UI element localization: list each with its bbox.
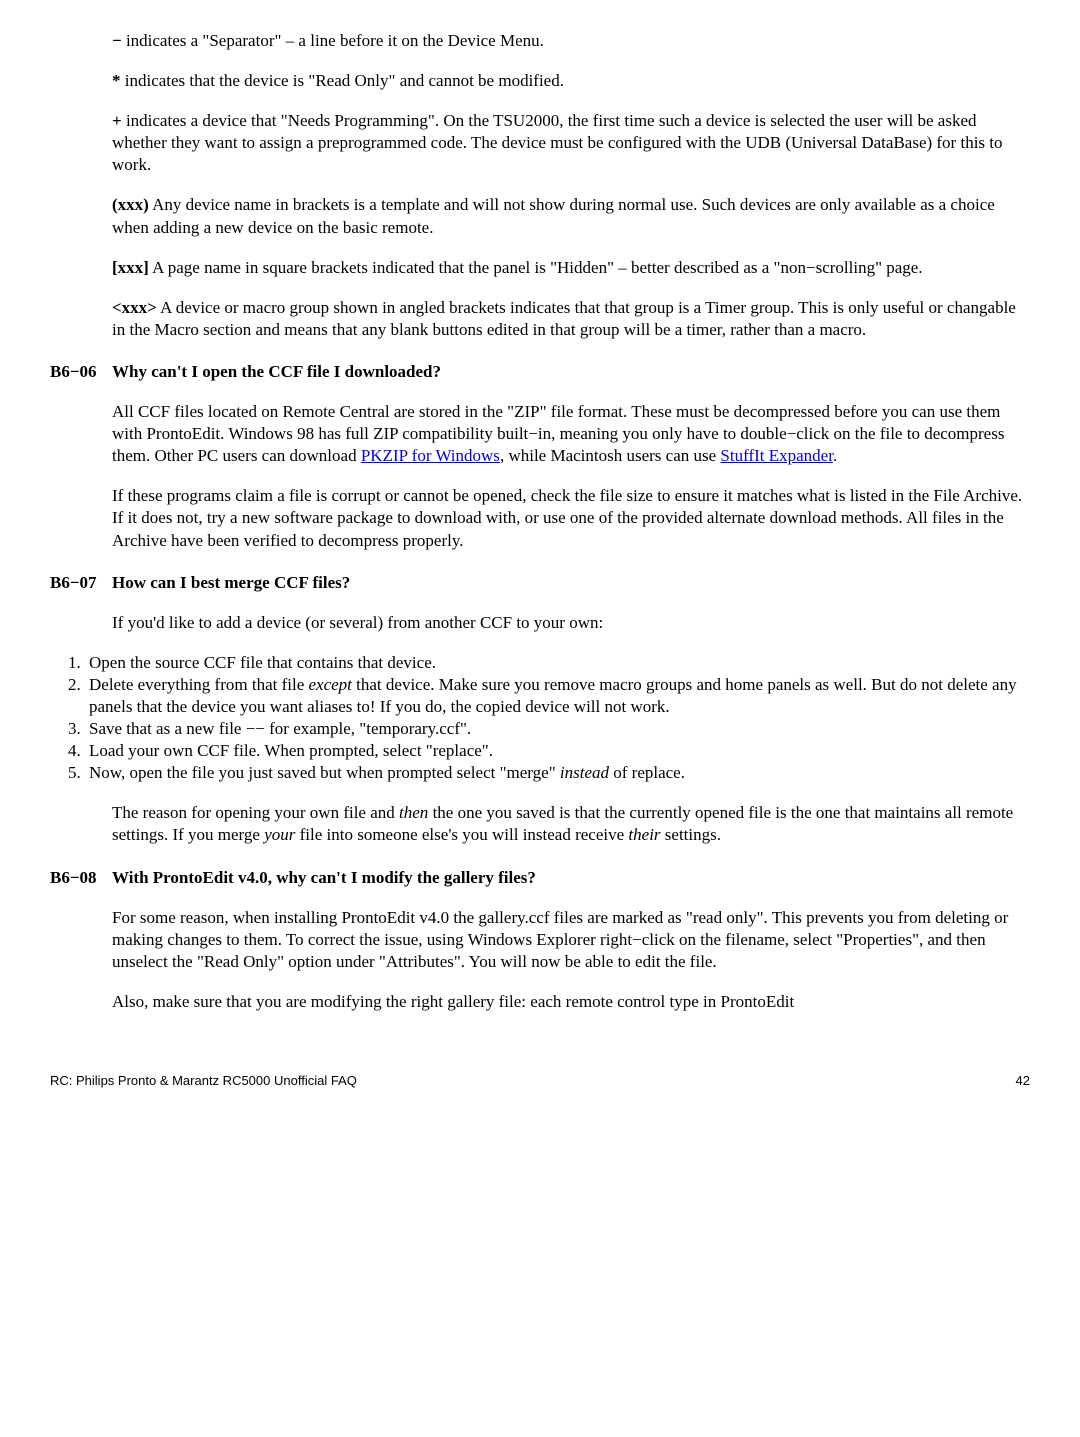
heading-b6-07: B6−07 How can I best merge CCF files?: [50, 572, 1030, 594]
text: file into someone else's you will instea…: [295, 825, 628, 844]
para-brackets: [xxx] A page name in square brackets ind…: [112, 257, 1030, 279]
text-italic: your: [264, 825, 295, 844]
text: settings.: [661, 825, 721, 844]
text: of replace.: [609, 763, 685, 782]
list-item: Load your own CCF file. When prompted, s…: [85, 740, 1030, 762]
link-pkzip[interactable]: PKZIP for Windows: [361, 446, 500, 465]
symbol-plus: +: [112, 111, 122, 130]
text: A page name in square brackets indicated…: [149, 258, 923, 277]
heading-number: B6−07: [50, 572, 112, 594]
list-item: Delete everything from that file except …: [85, 674, 1030, 718]
heading-b6-06: B6−06 Why can't I open the CCF file I do…: [50, 361, 1030, 383]
para-separator: − indicates a "Separator" – a line befor…: [112, 30, 1030, 52]
symbol-parens: (xxx): [112, 195, 149, 214]
text: Now, open the file you just saved but wh…: [89, 763, 560, 782]
text: indicates a device that "Needs Programmi…: [112, 111, 1003, 174]
para-gallery-readonly: For some reason, when installing ProntoE…: [112, 907, 1030, 973]
text-italic: instead: [560, 763, 609, 782]
symbol-separator: −: [112, 31, 122, 50]
link-stuffit[interactable]: StuffIt Expander: [720, 446, 833, 465]
list-item: Save that as a new file −− for example, …: [85, 718, 1030, 740]
text: A device or macro group shown in angled …: [112, 298, 1016, 339]
list-item: Now, open the file you just saved but wh…: [85, 762, 1030, 784]
para-merge-reason: The reason for opening your own file and…: [112, 802, 1030, 846]
text-italic: their: [628, 825, 660, 844]
text: Delete everything from that file: [89, 675, 309, 694]
para-parens: (xxx) Any device name in brackets is a t…: [112, 194, 1030, 238]
para-gallery-right-file: Also, make sure that you are modifying t…: [112, 991, 1030, 1013]
heading-number: B6−06: [50, 361, 112, 383]
list-item: Open the source CCF file that contains t…: [85, 652, 1030, 674]
symbol-asterisk: *: [112, 71, 121, 90]
merge-steps-list: Open the source CCF file that contains t…: [85, 652, 1030, 785]
heading-text: With ProntoEdit v4.0, why can't I modify…: [112, 867, 1030, 889]
text: indicates that the device is "Read Only"…: [121, 71, 564, 90]
text: The reason for opening your own file and: [112, 803, 399, 822]
page-footer: RC: Philips Pronto & Marantz RC5000 Unof…: [50, 1073, 1030, 1090]
text: Any device name in brackets is a templat…: [112, 195, 995, 236]
para-angled: <xxx> A device or macro group shown in a…: [112, 297, 1030, 341]
text-italic: except: [309, 675, 352, 694]
heading-text: How can I best merge CCF files?: [112, 572, 1030, 594]
para-ccf-zip: All CCF files located on Remote Central …: [112, 401, 1030, 467]
heading-text: Why can't I open the CCF file I download…: [112, 361, 1030, 383]
heading-number: B6−08: [50, 867, 112, 889]
heading-b6-08: B6−08 With ProntoEdit v4.0, why can't I …: [50, 867, 1030, 889]
text-italic: then: [399, 803, 428, 822]
para-readonly: * indicates that the device is "Read Onl…: [112, 70, 1030, 92]
footer-title: RC: Philips Pronto & Marantz RC5000 Unof…: [50, 1073, 357, 1090]
text: , while Macintosh users can use: [500, 446, 720, 465]
para-corrupt-check: If these programs claim a file is corrup…: [112, 485, 1030, 551]
page-number: 42: [1016, 1073, 1030, 1090]
text: indicates a "Separator" – a line before …: [122, 31, 544, 50]
text: .: [833, 446, 837, 465]
symbol-angled: <xxx>: [112, 298, 157, 317]
para-merge-intro: If you'd like to add a device (or severa…: [112, 612, 1030, 634]
symbol-brackets: [xxx]: [112, 258, 149, 277]
para-needs-programming: + indicates a device that "Needs Program…: [112, 110, 1030, 176]
